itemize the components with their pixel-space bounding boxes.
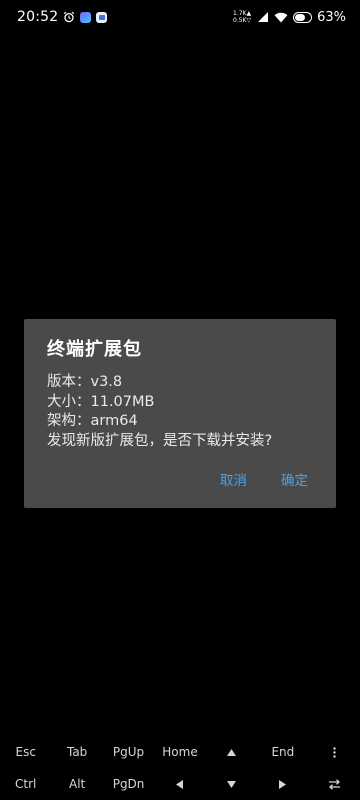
signal-icon	[256, 8, 269, 27]
key-up[interactable]	[206, 736, 257, 768]
status-bar: 20:52 1.7K▲ 0.5K▽ 63%	[0, 0, 360, 34]
key-down[interactable]	[206, 768, 257, 800]
key-swap[interactable]	[309, 768, 360, 800]
arch-line: 架构：arm64	[47, 413, 138, 429]
arrow-up-icon	[226, 748, 236, 756]
cancel-button[interactable]: 取消	[220, 469, 247, 489]
arrow-right-icon	[279, 779, 287, 789]
extra-keys-bar: Esc Tab PgUp Home End Ctrl Alt PgDn	[0, 736, 360, 800]
more-vertical-icon	[333, 746, 336, 758]
net-up-speed: 1.7K▲	[233, 10, 252, 17]
battery-percent: 63%	[317, 9, 346, 25]
key-alt[interactable]: Alt	[51, 768, 102, 800]
swap-icon	[328, 778, 341, 790]
arrow-left-icon	[176, 779, 184, 789]
status-time: 20:52	[17, 9, 59, 25]
key-tab[interactable]: Tab	[51, 736, 102, 768]
key-end[interactable]: End	[257, 736, 308, 768]
status-right: 1.7K▲ 0.5K▽ 63%	[233, 8, 346, 27]
net-down-speed: 0.5K▽	[233, 17, 252, 24]
version-line: 版本：v3.8	[47, 374, 123, 390]
key-esc[interactable]: Esc	[0, 736, 51, 768]
key-more[interactable]	[309, 736, 360, 768]
app-notification-icon	[80, 11, 92, 23]
arrow-down-icon	[226, 780, 236, 788]
battery-icon	[293, 8, 313, 27]
key-home[interactable]: Home	[154, 736, 205, 768]
key-left[interactable]	[154, 768, 205, 800]
update-dialog: 终端扩展包 版本：v3.8 大小：11.07MB 架构：arm64 发现新版扩展…	[24, 319, 336, 508]
dialog-actions: 取消 确定	[220, 469, 308, 489]
calendar-notification-icon	[96, 11, 108, 23]
network-speed: 1.7K▲ 0.5K▽	[233, 10, 251, 24]
confirm-button[interactable]: 确定	[281, 469, 308, 489]
status-left: 20:52	[17, 9, 108, 25]
key-pgup[interactable]: PgUp	[103, 736, 154, 768]
key-pgdn[interactable]: PgDn	[103, 768, 154, 800]
key-right[interactable]	[257, 768, 308, 800]
dialog-message: 发现新版扩展包，是否下载并安装?	[47, 432, 273, 449]
key-ctrl[interactable]: Ctrl	[0, 768, 51, 800]
wifi-icon	[274, 8, 288, 27]
alarm-icon	[63, 11, 75, 23]
dialog-title: 终端扩展包	[47, 339, 142, 360]
size-line: 大小：11.07MB	[47, 393, 155, 410]
